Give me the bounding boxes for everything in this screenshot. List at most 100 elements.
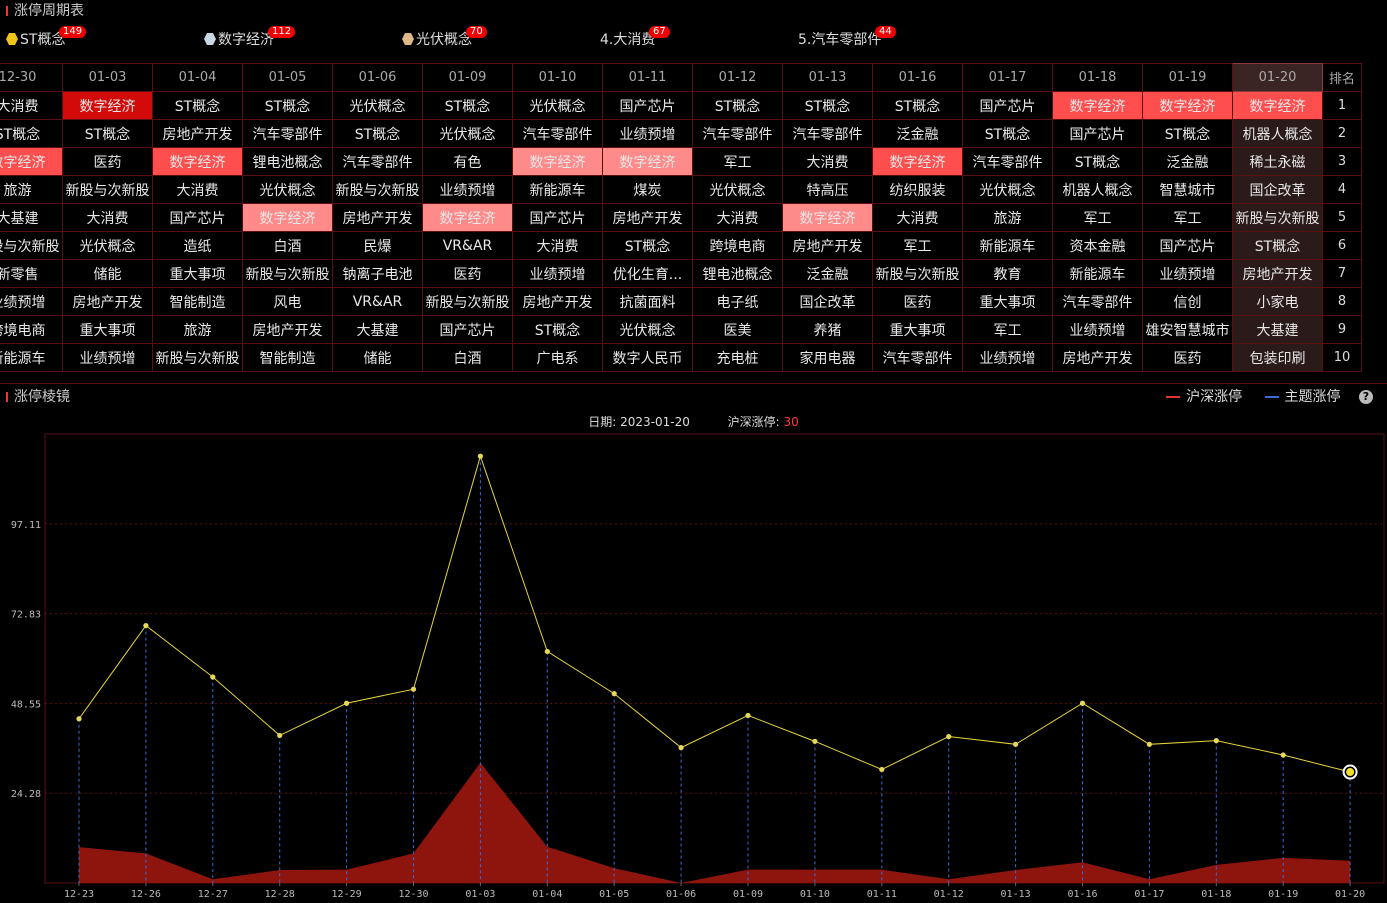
theme-cell[interactable]: 电子纸 — [692, 287, 783, 316]
theme-cell[interactable]: 汽车零部件 — [512, 119, 603, 148]
theme-cell[interactable]: 光伏概念 — [242, 175, 333, 204]
theme-cell[interactable]: 新能源车 — [512, 175, 603, 204]
theme-cell[interactable]: 新零售 — [0, 259, 63, 288]
theme-cell[interactable]: ST概念 — [962, 119, 1053, 148]
theme-cell[interactable]: 储能 — [62, 259, 153, 288]
theme-cell[interactable]: 旅游 — [152, 315, 243, 344]
legend-theme-label[interactable]: 主题涨停 — [1285, 386, 1341, 408]
theme-cell[interactable]: 新股与次新股 — [62, 175, 153, 204]
theme-cell[interactable]: 智慧城市 — [1142, 175, 1233, 204]
theme-cell[interactable]: ST概念 — [1232, 231, 1323, 260]
theme-cell[interactable]: 业绩预增 — [1142, 259, 1233, 288]
date-header[interactable]: 01-13 — [782, 63, 873, 92]
theme-cell[interactable]: 雄安智慧城市 — [1142, 315, 1233, 344]
theme-cell[interactable]: 旅游 — [0, 175, 63, 204]
theme-cell[interactable]: 养猪 — [782, 315, 873, 344]
theme-cell[interactable]: 信创 — [1142, 287, 1233, 316]
theme-cell[interactable]: 钠离子电池 — [332, 259, 423, 288]
theme-cell[interactable]: 业绩预增 — [62, 343, 153, 372]
theme-cell[interactable]: 大消费 — [0, 91, 63, 120]
date-header[interactable]: 01-16 — [872, 63, 963, 92]
help-icon[interactable]: ? — [1359, 390, 1373, 404]
date-header[interactable]: 01-09 — [422, 63, 513, 92]
date-header[interactable]: 01-17 — [962, 63, 1053, 92]
theme-cell[interactable]: ST概念 — [62, 119, 153, 148]
theme-cell[interactable]: 旅游 — [962, 203, 1053, 232]
theme-cell[interactable]: 光伏概念 — [422, 119, 513, 148]
theme-cell[interactable]: 业绩预增 — [0, 287, 63, 316]
theme-cell[interactable]: 煤炭 — [602, 175, 693, 204]
date-header[interactable]: 01-20 — [1232, 63, 1323, 92]
theme-cell[interactable]: 数字经济 — [1142, 91, 1233, 120]
legend-market-label[interactable]: 沪深涨停 — [1186, 386, 1242, 408]
theme-cell[interactable]: 广电系 — [512, 343, 603, 372]
theme-cell[interactable]: 纺织服装 — [872, 175, 963, 204]
theme-cell[interactable]: 大消费 — [62, 203, 153, 232]
theme-cell[interactable]: 医美 — [692, 315, 783, 344]
theme-cell[interactable]: 国产芯片 — [1142, 231, 1233, 260]
theme-item-3[interactable]: 光伏概念 70 — [402, 26, 487, 54]
theme-item-2[interactable]: 数字经济 112 — [204, 26, 296, 54]
theme-cell[interactable]: 国产芯片 — [1052, 119, 1143, 148]
theme-cell[interactable]: 医药 — [872, 287, 963, 316]
theme-cell[interactable]: ST概念 — [872, 91, 963, 120]
theme-item-5[interactable]: 5.汽车零部件 44 — [798, 26, 896, 54]
theme-cell[interactable]: 教育 — [962, 259, 1053, 288]
date-header[interactable]: 01-05 — [242, 63, 333, 92]
theme-cell[interactable]: 房地产开发 — [512, 287, 603, 316]
date-header[interactable]: 01-06 — [332, 63, 423, 92]
theme-cell[interactable]: ST概念 — [602, 231, 693, 260]
theme-cell[interactable]: 跨境电商 — [692, 231, 783, 260]
theme-cell[interactable]: 风电 — [242, 287, 333, 316]
theme-cell[interactable]: 民爆 — [332, 231, 423, 260]
theme-cell[interactable]: ST概念 — [422, 91, 513, 120]
theme-cell[interactable]: 新股与次新股 — [872, 259, 963, 288]
theme-cell[interactable]: 汽车零部件 — [962, 147, 1053, 176]
theme-cell[interactable]: 军工 — [692, 147, 783, 176]
theme-cell[interactable]: ST概念 — [152, 91, 243, 120]
theme-cell[interactable]: 国产芯片 — [602, 91, 693, 120]
theme-cell[interactable]: 光伏概念 — [692, 175, 783, 204]
theme-cell[interactable]: ST概念 — [0, 119, 63, 148]
theme-cell[interactable]: 家用电器 — [782, 343, 873, 372]
theme-cell[interactable]: 泛金融 — [1142, 147, 1233, 176]
theme-cell[interactable]: 汽车零部件 — [242, 119, 333, 148]
theme-cell[interactable]: 房地产开发 — [152, 119, 243, 148]
theme-cell[interactable]: 光伏概念 — [602, 315, 693, 344]
theme-cell[interactable]: 数字经济 — [62, 91, 153, 120]
theme-cell[interactable]: 新能源车 — [1052, 259, 1143, 288]
date-header[interactable]: 01-18 — [1052, 63, 1143, 92]
theme-cell[interactable]: 军工 — [872, 231, 963, 260]
theme-cell[interactable]: 新股与次新股 — [1232, 203, 1323, 232]
theme-cell[interactable]: 有色 — [422, 147, 513, 176]
theme-cell[interactable]: 新能源车 — [962, 231, 1053, 260]
theme-cell[interactable]: 汽车零部件 — [692, 119, 783, 148]
theme-cell[interactable]: 数字人民币 — [602, 343, 693, 372]
theme-cell[interactable]: 包装印刷 — [1232, 343, 1323, 372]
theme-cell[interactable]: 光伏概念 — [962, 175, 1053, 204]
theme-cell[interactable]: 光伏概念 — [512, 91, 603, 120]
theme-cell[interactable]: 数字经济 — [602, 147, 693, 176]
theme-cell[interactable]: ST概念 — [782, 91, 873, 120]
theme-cell[interactable]: 房地产开发 — [782, 231, 873, 260]
theme-cell[interactable]: 数字经济 — [1232, 91, 1323, 120]
theme-cell[interactable]: 医药 — [1142, 343, 1233, 372]
theme-cell[interactable]: ST概念 — [1142, 119, 1233, 148]
theme-cell[interactable]: 大基建 — [1232, 315, 1323, 344]
theme-cell[interactable]: 数字经济 — [152, 147, 243, 176]
theme-cell[interactable]: 国产芯片 — [512, 203, 603, 232]
theme-cell[interactable]: 房地产开发 — [1052, 343, 1143, 372]
theme-cell[interactable]: 优化生育... — [602, 259, 693, 288]
date-header[interactable]: 12-30 — [0, 63, 63, 92]
theme-cell[interactable]: VR&AR — [422, 231, 513, 260]
theme-cell[interactable]: 大消费 — [512, 231, 603, 260]
date-header[interactable]: 01-10 — [512, 63, 603, 92]
theme-cell[interactable]: 汽车零部件 — [782, 119, 873, 148]
theme-cell[interactable]: 大消费 — [692, 203, 783, 232]
theme-cell[interactable]: 稀土永磁 — [1232, 147, 1323, 176]
theme-cell[interactable]: 智能制造 — [152, 287, 243, 316]
theme-cell[interactable]: 数字经济 — [782, 203, 873, 232]
theme-cell[interactable]: 汽车零部件 — [1052, 287, 1143, 316]
theme-cell[interactable]: 抗菌面料 — [602, 287, 693, 316]
theme-cell[interactable]: 大消费 — [872, 203, 963, 232]
